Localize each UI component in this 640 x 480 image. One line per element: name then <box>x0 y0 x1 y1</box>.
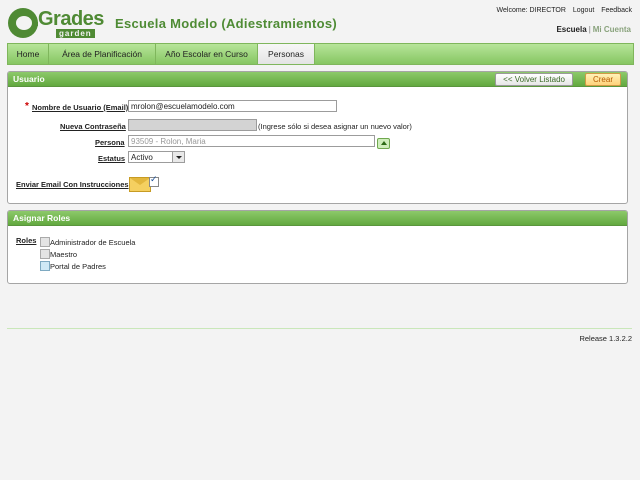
roles-panel-title: Asignar Roles <box>13 213 71 223</box>
send-email-label: Enviar Email Con Instrucciones <box>16 180 129 189</box>
usuario-panel: Usuario << Volver Listado Crear * Nombre… <box>7 71 628 204</box>
persona-label: Persona <box>95 138 125 147</box>
main-tabs: Home Área de Planificación Año Escolar e… <box>7 43 634 65</box>
password-field[interactable] <box>128 119 257 131</box>
roles-panel: Asignar Roles Roles Administrador de Esc… <box>7 210 628 284</box>
tab-ano-escolar[interactable]: Año Escolar en Curso <box>156 44 258 64</box>
escuela-link[interactable]: Escuela <box>556 25 586 34</box>
status-label: Estatus <box>98 154 126 163</box>
back-to-list-button[interactable]: << Volver Listado <box>495 73 573 86</box>
app-title: Escuela Modelo (Adiestramientos) <box>115 16 337 31</box>
role-label-portal-padres: Portal de Padres <box>50 262 106 271</box>
persona-field[interactable]: 93509 - Rolon, Maria <box>128 135 375 147</box>
usuario-panel-header: Usuario << Volver Listado Crear <box>8 72 627 87</box>
logo-subtext: garden <box>56 29 95 38</box>
status-select-value: Activo <box>131 153 153 162</box>
logo-g-icon <box>8 8 38 38</box>
role-label-admin: Administrador de Escuela <box>50 238 136 247</box>
required-asterisk: * <box>25 101 29 112</box>
logout-link[interactable]: Logout <box>573 7 594 14</box>
release-text: Release 1.3.2.2 <box>579 334 632 343</box>
role-label-maestro: Maestro <box>50 250 78 259</box>
send-email-checkbox[interactable] <box>149 175 159 187</box>
email-label: Nombre de Usuario (Email) <box>32 103 129 112</box>
usuario-panel-title: Usuario <box>13 74 45 84</box>
email-field[interactable]: mrolon@escuelamodelo.com <box>128 100 337 112</box>
roles-panel-header: Asignar Roles <box>8 211 627 226</box>
tab-area-planificacion[interactable]: Área de Planificación <box>49 44 156 64</box>
password-hint: (Ingrese sólo si desea asignar un nuevo … <box>258 122 412 131</box>
create-button[interactable]: Crear <box>584 73 621 86</box>
envelope-icon <box>129 177 151 192</box>
password-label: Nueva Contraseña <box>60 122 126 131</box>
top-links: Welcome: DIRECTOR Logout Feedback <box>492 7 632 14</box>
logo-text: Grades <box>38 8 104 30</box>
role-checkbox-portal-padres[interactable] <box>40 261 50 271</box>
role-checkbox-maestro[interactable] <box>40 249 50 259</box>
chevron-down-icon <box>172 152 184 162</box>
status-select[interactable]: Activo <box>128 151 185 163</box>
persona-lookup-button[interactable] <box>377 138 390 149</box>
grades-garden-logo: Grades garden <box>8 8 104 38</box>
school-links: Escuela | Mi Cuenta <box>556 25 631 34</box>
welcome-text: Welcome: DIRECTOR <box>496 7 566 14</box>
role-checkbox-admin[interactable] <box>40 237 50 247</box>
roles-label: Roles <box>16 236 37 245</box>
mi-cuenta-link[interactable]: Mi Cuenta <box>593 25 631 34</box>
feedback-link[interactable]: Feedback <box>601 7 632 14</box>
footer-divider <box>7 328 632 329</box>
tab-home[interactable]: Home <box>8 44 49 64</box>
link-separator: | <box>588 25 591 34</box>
tab-personas[interactable]: Personas <box>258 44 315 64</box>
